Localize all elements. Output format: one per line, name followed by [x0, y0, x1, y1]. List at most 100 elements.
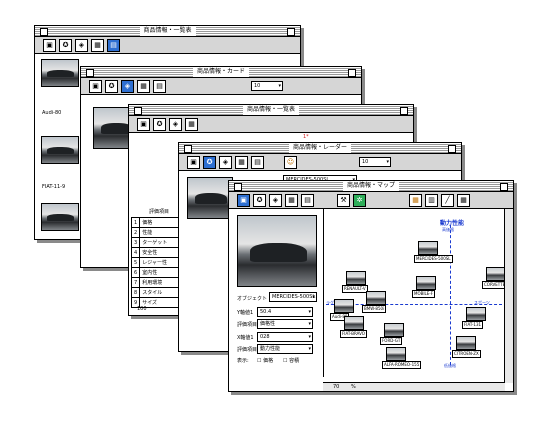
table-view-icon[interactable]: ▦	[137, 80, 150, 93]
eval-row[interactable]: 8 スタイル	[130, 287, 180, 298]
axis1-label: Y軸値1	[237, 310, 254, 316]
page-select[interactable]: 10	[251, 81, 283, 91]
zoom-box[interactable]	[500, 183, 508, 191]
eval1-select[interactable]: 価格性	[257, 319, 313, 329]
car-marker[interactable]	[466, 307, 486, 321]
toolbar: ▣ ✪ ◈ ▦ ▤	[35, 37, 300, 54]
chart-view-icon[interactable]: ◈	[269, 194, 282, 207]
close-box[interactable]	[40, 28, 48, 36]
close-box[interactable]	[134, 107, 142, 115]
eval-row[interactable]: 4 安全性	[130, 247, 180, 258]
radar-view-icon[interactable]: ✪	[59, 39, 72, 52]
eval-index: 4	[130, 247, 141, 258]
eval2-select[interactable]: 動力性能	[257, 344, 313, 354]
car-thumbnail[interactable]	[41, 136, 79, 164]
car-thumbnail[interactable]	[41, 59, 79, 87]
window-title: 商品情報・マップ	[342, 181, 400, 191]
card-view-icon[interactable]: ▣	[187, 156, 200, 169]
map-view-icon[interactable]: ▤	[107, 39, 120, 52]
zoom-box[interactable]	[287, 28, 295, 36]
card-view-icon[interactable]: ▣	[43, 39, 56, 52]
window-title: 商品情報・レーダー	[288, 143, 352, 153]
eval-index: 6	[130, 267, 141, 278]
eval-row[interactable]: 5 レジャー性	[130, 257, 180, 268]
car-marker[interactable]	[344, 316, 364, 330]
chart-view-icon[interactable]: ◈	[75, 39, 88, 52]
car-marker[interactable]	[456, 336, 476, 350]
eval-header: 評価項目	[149, 209, 170, 215]
car-marker[interactable]	[346, 271, 366, 285]
title-bar[interactable]: 商品情報・カード	[81, 67, 361, 78]
page-select[interactable]: 10	[359, 157, 391, 167]
eval-row[interactable]: 2 性能	[130, 227, 180, 238]
map-view-icon[interactable]: ▤	[153, 80, 166, 93]
car-marker[interactable]	[334, 299, 354, 313]
title-bar[interactable]: 商品情報・マップ	[229, 181, 513, 192]
car-marker-label: BMW-850i	[362, 305, 387, 313]
list-view-icon[interactable]: ▤	[301, 194, 314, 207]
car-marker[interactable]	[416, 276, 436, 290]
vertical-axis	[450, 225, 451, 365]
option-price[interactable]: ☐ 価格	[257, 357, 273, 364]
table-view-icon[interactable]: ▦	[185, 118, 198, 131]
eval-row[interactable]: 1 価格	[130, 217, 180, 228]
palette-icon[interactable]: ▦	[409, 194, 422, 207]
axis2-field[interactable]: 028	[257, 332, 313, 342]
car-thumbnail[interactable]	[41, 203, 79, 231]
title-bar[interactable]: 商品情報・レーダー	[179, 143, 461, 154]
eval-row[interactable]: 3 ターゲット	[130, 237, 180, 248]
radar-view-icon[interactable]: ✪	[105, 80, 118, 93]
card-view-icon[interactable]: ▣	[137, 118, 150, 131]
chart-view-icon[interactable]: ◈	[169, 118, 182, 131]
car-marker[interactable]	[418, 241, 438, 255]
car-marker[interactable]	[486, 267, 506, 281]
car-marker-label: CITROEN-ZX	[452, 350, 481, 358]
link-icon[interactable]: ⚒	[337, 194, 350, 207]
car-marker[interactable]	[386, 347, 406, 361]
table-view-icon[interactable]: ▦	[235, 156, 248, 169]
grid-icon[interactable]: ▥	[425, 194, 438, 207]
card-view-icon[interactable]: ▣	[89, 80, 102, 93]
object-select[interactable]: MERCIDES-500SL	[269, 292, 317, 302]
vertical-scrollbar[interactable]	[504, 209, 513, 383]
eval-item: ターゲット	[139, 237, 180, 248]
zoom-box[interactable]	[400, 107, 408, 115]
title-bar[interactable]: 商品情報・一覧表	[129, 105, 413, 116]
map-canvas[interactable]: 動力性能 高価格 低価格 ラグジュアリー スポーツ MERCIDES-500SL…	[323, 209, 508, 377]
eval-item: レジャー性	[139, 257, 180, 268]
chart-view-icon[interactable]: ◈	[121, 80, 134, 93]
eval-row[interactable]: 7 利用環境	[130, 277, 180, 288]
zoom-box[interactable]	[348, 69, 356, 77]
chart-view-icon[interactable]: ◈	[219, 156, 232, 169]
zoom-box[interactable]	[448, 145, 456, 153]
eval2-label: 評価項目	[237, 347, 258, 353]
close-box[interactable]	[86, 69, 94, 77]
line-icon[interactable]: ╱	[441, 194, 454, 207]
map-view-icon[interactable]: ▤	[251, 156, 264, 169]
column-mark: 1*	[303, 134, 309, 140]
table-icon[interactable]: ▦	[457, 194, 470, 207]
right-axis-label: スポーツ	[474, 300, 490, 305]
table-footer: 100	[137, 306, 147, 312]
close-box[interactable]	[234, 183, 242, 191]
close-box[interactable]	[184, 145, 192, 153]
title-bar[interactable]: 商品情報・一覧表	[35, 26, 300, 37]
car-marker[interactable]	[384, 323, 404, 337]
table-view-icon[interactable]: ▦	[91, 39, 104, 52]
option-volume[interactable]: ☐ 容積	[283, 357, 299, 364]
radar-view-icon[interactable]: ✪	[203, 156, 216, 169]
axis1-field[interactable]: 50.4	[257, 307, 313, 317]
map-tool-icon[interactable]: ✲	[353, 194, 366, 207]
horizontal-scrollbar[interactable]: 70 %	[323, 382, 505, 391]
window-map[interactable]: 商品情報・マップ ▣ ✪ ◈ ▦ ▤ ⚒ ✲ ▦ ▥ ╱ ▦ オブジェクト ME…	[228, 180, 514, 392]
car-marker[interactable]	[366, 291, 386, 305]
eval-row[interactable]: 6 室内性	[130, 267, 180, 278]
radar-view-icon[interactable]: ✪	[153, 118, 166, 131]
radar-view-icon[interactable]: ✪	[253, 194, 266, 207]
table-view-icon[interactable]: ▦	[285, 194, 298, 207]
eval-index: 5	[130, 257, 141, 268]
object-label: オブジェクト	[237, 296, 268, 302]
cursor-icon[interactable]: ☺	[284, 156, 297, 169]
card-view-icon[interactable]: ▣	[237, 194, 250, 207]
car-marker-label: FORD-GT	[380, 337, 403, 345]
